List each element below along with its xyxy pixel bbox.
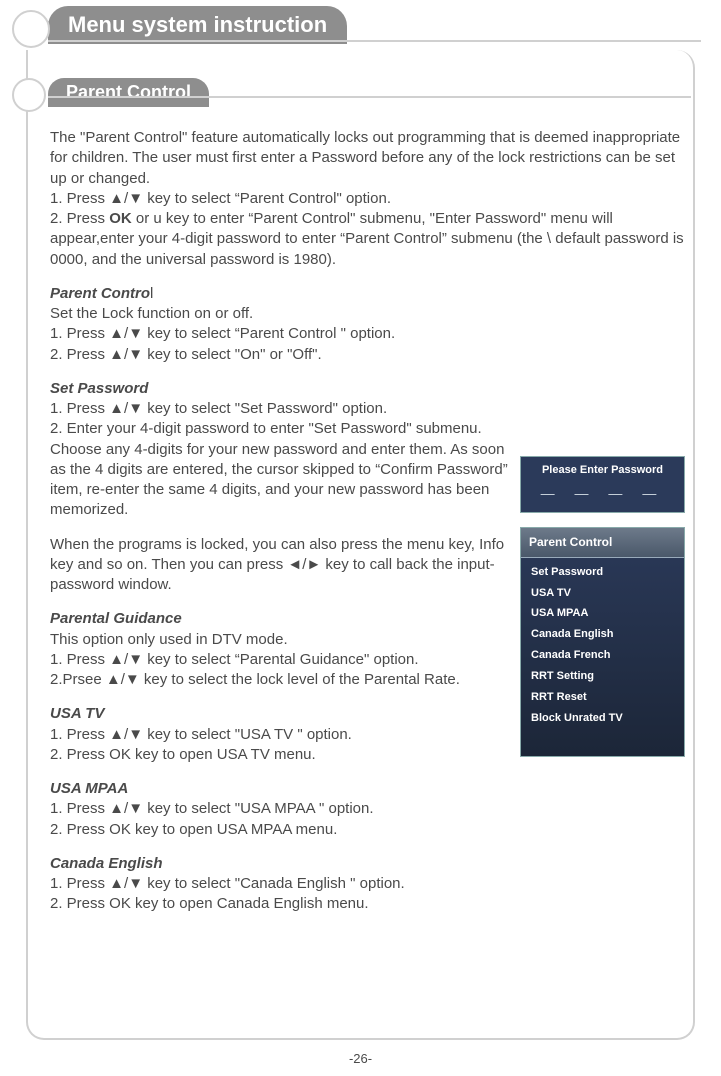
step: 1. Press ▲/▼ key to select "USA MPAA " o… <box>50 799 685 819</box>
intro-step-2: 2. Press OK or u key to enter “Parent Co… <box>50 209 685 270</box>
step: 1. Press ▲/▼ key to select “Parent Contr… <box>50 324 685 344</box>
heading-text: USA MPAA <box>50 780 128 797</box>
menu-item-set-password[interactable]: Set Password <box>521 562 684 583</box>
menu-item-rrt-setting[interactable]: RRT Setting <box>521 666 684 687</box>
menu-header: Parent Control <box>521 528 684 557</box>
menu-item-block-unrated[interactable]: Block Unrated TV <box>521 708 684 729</box>
heading-text: Canada English <box>50 855 163 872</box>
text: Set <box>50 380 78 397</box>
step: 1. Press ▲/▼ key to select "Canada Engli… <box>50 874 685 894</box>
text: or u key to enter “Parent Control" subme… <box>50 210 684 268</box>
heading-text: Parent Contro <box>50 285 150 302</box>
menu-list: Set Password USA TV USA MPAA Canada Engl… <box>521 562 684 729</box>
heading-text: Parental Guidance <box>50 610 182 627</box>
step: 2. Enter your 4-digit password to enter … <box>50 419 510 520</box>
menu-item-canada-french[interactable]: Canada French <box>521 645 684 666</box>
section-title-tab: Parent Control <box>48 78 209 107</box>
body-content: The "Parent Control" feature automatical… <box>50 128 685 915</box>
page-number: -26- <box>0 1051 721 1066</box>
decorative-circle <box>12 78 46 112</box>
ok-key-label: OK <box>109 210 132 227</box>
intro-step-1: 1. Press ▲/▼ key to select “Parent Contr… <box>50 189 685 209</box>
text: 2. Press <box>50 210 109 227</box>
step: 2. Press ▲/▼ key to select "On" or "Off"… <box>50 345 685 365</box>
menu-item-rrt-reset[interactable]: RRT Reset <box>521 687 684 708</box>
password-dialog: Please Enter Password — — — — <box>520 456 685 514</box>
parent-control-menu: Parent Control Set Password USA TV USA M… <box>520 527 685 757</box>
text: Set the Lock function on or off. <box>50 304 685 324</box>
step: 1. Press ▲/▼ key to select "Set Password… <box>50 399 510 419</box>
menu-item-usa-tv[interactable]: USA TV <box>521 583 684 604</box>
manual-page: Menu system instruction Parent Control T… <box>0 0 721 1076</box>
step: 2. Press OK key to open Canada English m… <box>50 894 685 914</box>
subsection-heading: Canada English <box>50 854 685 874</box>
decorative-circle <box>12 10 50 48</box>
divider <box>48 40 701 42</box>
subsection-heading: Set Password <box>50 379 510 399</box>
page-title-tab: Menu system instruction <box>48 6 347 44</box>
text: l <box>150 285 153 302</box>
password-slots: — — — — <box>529 484 676 503</box>
note: When the programs is locked, you can als… <box>50 535 510 596</box>
heading-text: USA TV <box>50 705 104 722</box>
section-title: Parent Control <box>66 82 191 102</box>
subsection-heading: USA MPAA <box>50 779 685 799</box>
menu-item-usa-mpaa[interactable]: USA MPAA <box>521 603 684 624</box>
divider <box>48 96 691 98</box>
password-dialog-title: Please Enter Password <box>529 463 676 478</box>
menu-item-canada-english[interactable]: Canada English <box>521 624 684 645</box>
page-title: Menu system instruction <box>68 12 327 37</box>
step: 2. Press OK key to open USA MPAA menu. <box>50 820 685 840</box>
intro-paragraph: The "Parent Control" feature automatical… <box>50 128 685 189</box>
osd-preview: Please Enter Password — — — — Parent Con… <box>520 456 685 758</box>
text: Password <box>78 380 149 397</box>
subsection-heading: Parent Control <box>50 284 685 304</box>
